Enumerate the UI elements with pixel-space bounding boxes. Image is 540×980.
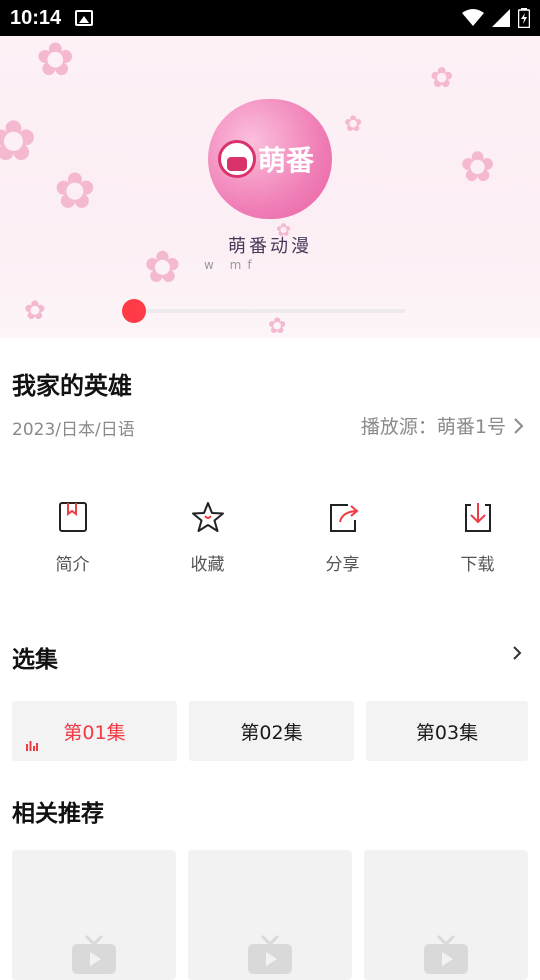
brand-name: 萌番动漫 — [228, 236, 312, 257]
tv-placeholder-icon — [72, 934, 116, 974]
episode-item[interactable]: 第03集 — [366, 701, 528, 761]
source-label: 播放源：萌番1号 — [360, 416, 506, 438]
action-label: 下载 — [460, 555, 495, 575]
episode-list: 第01集 第02集 第03集 — [12, 701, 528, 761]
status-bar: 10:14 — [0, 0, 540, 36]
flower-decoration: ✿ — [460, 142, 496, 191]
recommend-card[interactable] — [188, 850, 352, 980]
recommend-card[interactable] — [12, 850, 176, 980]
progress-knob[interactable] — [122, 299, 146, 323]
download-icon — [464, 503, 491, 532]
action-row: 简介 收藏 分享 下载 — [0, 500, 540, 590]
chevron-right-icon — [514, 417, 524, 434]
brand-logo-text: 萌番 — [258, 144, 315, 177]
signal-icon — [492, 9, 510, 27]
flower-decoration: ✿ — [36, 36, 75, 86]
status-icons — [462, 8, 530, 28]
mascot-icon — [218, 140, 256, 178]
battery-icon — [518, 8, 530, 28]
episode-label: 第01集 — [63, 721, 126, 744]
playing-indicator-icon — [26, 741, 38, 751]
action-label: 收藏 — [190, 555, 225, 575]
episodes-more-icon[interactable] — [508, 644, 526, 662]
brand-watermark: w mf — [204, 258, 258, 272]
action-label: 简介 — [55, 555, 90, 575]
source-selector[interactable]: 播放源：萌番1号 — [361, 412, 524, 439]
video-title: 我家的英雄 — [12, 372, 132, 400]
intro-button[interactable]: 简介 — [10, 500, 135, 590]
flower-decoration: ✿ — [268, 314, 287, 338]
wifi-icon — [462, 9, 484, 26]
tv-placeholder-icon — [424, 934, 468, 974]
flower-decoration: ✿ — [344, 112, 363, 137]
episodes-section-title: 选集 — [12, 647, 58, 673]
progress-bar[interactable] — [134, 309, 406, 313]
episode-label: 第02集 — [240, 721, 303, 744]
episode-item[interactable]: 第02集 — [189, 701, 354, 761]
share-button[interactable]: 分享 — [280, 500, 405, 590]
episode-item[interactable]: 第01集 — [12, 701, 177, 761]
share-icon — [329, 504, 359, 532]
video-player[interactable]: ✿ ✿ ✿ ✿ ✿ ✿ ✿ ✿ ✿ ✿ 萌番 萌番动漫 w mf — [0, 36, 540, 338]
tv-placeholder-icon — [248, 934, 292, 974]
download-button[interactable]: 下载 — [415, 500, 540, 590]
action-label: 分享 — [325, 555, 360, 575]
favorite-button[interactable]: 收藏 — [145, 500, 270, 590]
flower-decoration: ✿ — [430, 61, 454, 94]
flower-decoration: ✿ — [0, 109, 37, 174]
image-notification-icon — [75, 10, 94, 26]
star-icon — [191, 502, 224, 532]
status-time: 10:14 — [10, 6, 62, 29]
video-meta: 2023/日本/日语 — [12, 420, 135, 440]
flower-decoration: ✿ — [24, 296, 46, 326]
flower-decoration: ✿ — [54, 162, 96, 220]
recommend-card[interactable] — [364, 850, 528, 980]
episode-label: 第03集 — [415, 721, 479, 744]
bookmark-icon — [58, 502, 87, 532]
recommend-section-title: 相关推荐 — [12, 801, 104, 827]
recommend-list — [12, 850, 528, 980]
